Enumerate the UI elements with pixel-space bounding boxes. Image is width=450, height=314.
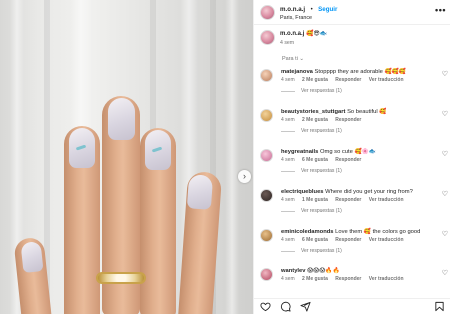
comment-likes[interactable]: 6 Me gusta bbox=[302, 157, 328, 163]
comment-likes[interactable]: 2 Me gusta bbox=[302, 276, 328, 282]
comment-likes[interactable]: 2 Me gusta bbox=[302, 77, 328, 83]
curtain-highlight bbox=[225, 0, 239, 314]
reply-button[interactable]: Responder bbox=[335, 276, 361, 282]
comment-item: eminicoledamonds Love them 🥰 the colors … bbox=[260, 228, 450, 262]
paper-plane-icon[interactable] bbox=[300, 301, 311, 312]
comment-username[interactable]: matejanova bbox=[281, 69, 313, 75]
comment-item: matejanova Stopppp they are adorable 🥰🥰🥰… bbox=[260, 68, 450, 102]
caption-username[interactable]: m.o.n.a.j bbox=[280, 31, 304, 37]
heart-outline-icon[interactable] bbox=[260, 301, 271, 312]
comment-time: 4 sem bbox=[281, 77, 295, 83]
caption-timestamp: 4 sem bbox=[280, 40, 295, 46]
avatar[interactable] bbox=[260, 109, 273, 122]
view-replies-button[interactable]: Ver respuestas (1) bbox=[281, 125, 441, 137]
reply-button[interactable]: Responder bbox=[335, 117, 361, 123]
reply-button[interactable]: Responder bbox=[335, 237, 361, 243]
reply-button[interactable]: Responder bbox=[335, 77, 361, 83]
translate-button[interactable]: Ver traducción bbox=[369, 276, 404, 282]
comment-username[interactable]: beautystories_stuttgart bbox=[281, 109, 345, 115]
reply-button[interactable]: Responder bbox=[335, 197, 361, 203]
post-photo[interactable]: › bbox=[0, 0, 253, 314]
pinky-nail bbox=[20, 241, 44, 273]
heart-outline-icon[interactable]: ♡ bbox=[442, 70, 448, 78]
comment-time: 4 sem bbox=[281, 117, 295, 123]
heart-outline-icon[interactable]: ♡ bbox=[442, 190, 448, 198]
view-replies-button[interactable]: Ver respuestas (1) bbox=[281, 205, 441, 217]
post-detail-panel: m.o.n.a.j • Seguir Paris, France ••• m.o… bbox=[253, 0, 450, 314]
comment-time: 4 sem bbox=[281, 276, 295, 282]
post-action-bar bbox=[254, 298, 450, 314]
comment-username[interactable]: heygreatnails bbox=[281, 149, 318, 155]
comment-text: Love them 🥰 the colors go good bbox=[335, 229, 421, 235]
avatar[interactable] bbox=[260, 268, 273, 281]
author-username[interactable]: m.o.n.a.j bbox=[280, 6, 305, 13]
translate-button[interactable]: Ver traducción bbox=[369, 237, 404, 243]
comment-text: So beautiful 🥰 bbox=[347, 109, 387, 115]
bookmark-icon[interactable] bbox=[434, 301, 445, 312]
comment-item: beautystories_stuttgart So beautiful 🥰 4… bbox=[260, 108, 450, 142]
avatar[interactable] bbox=[260, 4, 275, 20]
comment-sort-dropdown[interactable]: Para ti ⌄ bbox=[282, 56, 304, 62]
comment-likes[interactable]: 2 Me gusta bbox=[302, 117, 328, 123]
translate-button[interactable]: Ver traducción bbox=[369, 77, 404, 83]
post-header: m.o.n.a.j • Seguir Paris, France ••• bbox=[254, 0, 450, 25]
thumb-nail bbox=[186, 174, 214, 210]
follow-button[interactable]: Seguir bbox=[318, 6, 337, 13]
comment-time: 4 sem bbox=[281, 157, 295, 163]
comment-likes[interactable]: 1 Me gusta bbox=[302, 197, 328, 203]
ring-nail bbox=[69, 128, 95, 168]
reply-button[interactable]: Responder bbox=[335, 157, 361, 163]
chevron-right-icon[interactable]: › bbox=[238, 170, 251, 183]
view-replies-button[interactable]: Ver respuestas (1) bbox=[281, 165, 441, 177]
comment-username[interactable]: electriqueblues bbox=[281, 189, 324, 195]
comment-username[interactable]: eminicoledamonds bbox=[281, 229, 334, 235]
avatar[interactable] bbox=[260, 229, 273, 242]
more-options-icon[interactable]: ••• bbox=[435, 5, 446, 15]
comment-likes[interactable]: 6 Me gusta bbox=[302, 237, 328, 243]
comment-username[interactable]: wantylev bbox=[281, 268, 306, 274]
avatar[interactable] bbox=[260, 30, 275, 45]
view-replies-button[interactable]: Ver respuestas (1) bbox=[281, 85, 441, 97]
heart-outline-icon[interactable]: ♡ bbox=[442, 110, 448, 118]
comment-item: electriqueblues Where did you get your r… bbox=[260, 188, 450, 222]
diamond-ring bbox=[96, 272, 146, 284]
caption-text: 🥰😎🐟 bbox=[306, 31, 328, 37]
comment-text: Where did you get your ring from? bbox=[325, 189, 413, 195]
index-nail bbox=[145, 130, 171, 170]
comment-bubble-icon[interactable] bbox=[280, 301, 291, 312]
avatar[interactable] bbox=[260, 149, 273, 162]
post-location[interactable]: Paris, France bbox=[280, 14, 337, 22]
comment-item: wantylev 😱😱😱🔥🔥 4 sem 2 Me gusta Responde… bbox=[260, 267, 450, 289]
middle-nail bbox=[108, 98, 135, 140]
view-replies-button[interactable]: Ver respuestas (1) bbox=[281, 245, 441, 257]
heart-outline-icon[interactable]: ♡ bbox=[442, 150, 448, 158]
comment-text: 😱😱😱🔥🔥 bbox=[307, 268, 340, 274]
avatar[interactable] bbox=[260, 69, 273, 82]
post-caption: m.o.n.a.j 🥰😎🐟 4 sem bbox=[260, 30, 327, 47]
comment-text: Stopppp they are adorable 🥰🥰🥰 bbox=[314, 69, 407, 75]
heart-outline-icon[interactable]: ♡ bbox=[442, 269, 448, 277]
avatar[interactable] bbox=[260, 189, 273, 202]
heart-outline-icon[interactable]: ♡ bbox=[442, 230, 448, 238]
comment-item: heygreatnails Omg so cute 🥰🌸🐟 4 sem 6 Me… bbox=[260, 148, 450, 182]
translate-button[interactable]: Ver traducción bbox=[369, 197, 404, 203]
comment-text: Omg so cute 🥰🌸🐟 bbox=[320, 149, 377, 155]
comment-time: 4 sem bbox=[281, 237, 295, 243]
comment-time: 4 sem bbox=[281, 197, 295, 203]
